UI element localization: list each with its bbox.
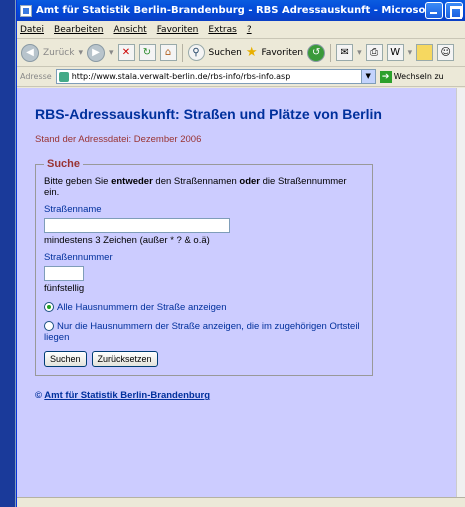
- folder-icon[interactable]: [416, 44, 434, 61]
- print-icon[interactable]: ⎙: [365, 44, 383, 61]
- radio-district-label: Nur die Hausnummern der Straße anzeigen,…: [44, 321, 360, 343]
- street-number-label: Straßennummer: [44, 252, 113, 263]
- go-label: Wechseln zu: [393, 72, 444, 81]
- copyright-symbol: ©: [35, 390, 42, 401]
- stop-icon[interactable]: ✕: [117, 44, 135, 61]
- menu-help[interactable]: ?: [247, 25, 252, 35]
- toolbar: ◀ Zurück ▾ ▶ ▾ ✕ ↻ ⌂ ⚲ Suchen ★ Favorite…: [17, 39, 465, 67]
- page-icon: [58, 71, 69, 82]
- data-status-text: Stand der Adressdatei: Dezember 2006: [35, 134, 202, 145]
- title-bar: Amt für Statistik Berlin-Brandenburg - R…: [17, 0, 465, 21]
- history-icon[interactable]: ↺: [307, 43, 326, 62]
- radio-district-icon[interactable]: [44, 321, 54, 331]
- search-button[interactable]: Suchen: [209, 48, 242, 58]
- footer-link[interactable]: Amt für Statistik Berlin-Brandenburg: [44, 390, 210, 401]
- street-name-label: Straßenname: [44, 204, 102, 215]
- address-url: http://www.stala.verwalt-berlin.de/rbs-i…: [71, 72, 291, 81]
- reset-button[interactable]: Zurücksetzen: [91, 351, 158, 367]
- search-fieldset: Suche Bitte geben Sie entweder den Straß…: [35, 158, 373, 376]
- page-content: RBS-Adressauskunft: Straßen und Plätze v…: [17, 88, 457, 497]
- maximize-button[interactable]: [445, 2, 463, 19]
- street-name-hint: mindestens 3 Zeichen (außer * ? & o.ä): [44, 235, 210, 246]
- street-number-input[interactable]: [44, 266, 84, 281]
- go-button[interactable]: ➔ Wechseln zu: [379, 70, 444, 83]
- radio-all-label: Alle Hausnummern der Straße anzeigen: [57, 302, 227, 313]
- search-icon[interactable]: ⚲: [187, 44, 205, 61]
- menu-favoriten[interactable]: Favoriten: [157, 25, 199, 35]
- toolbar-separator: [181, 43, 183, 62]
- radio-all-house-numbers[interactable]: Alle Hausnummern der Straße anzeigen: [44, 302, 364, 313]
- address-label: Adresse: [20, 72, 52, 81]
- background-window-edge: [0, 0, 16, 507]
- forward-arrow-icon[interactable]: ▶: [86, 43, 105, 62]
- search-legend: Suche: [47, 158, 81, 170]
- favorites-star-icon[interactable]: ★: [246, 45, 258, 60]
- word-icon[interactable]: W: [386, 44, 404, 61]
- search-button[interactable]: Suchen: [44, 351, 87, 367]
- menu-bearbeiten[interactable]: Bearbeiten: [54, 25, 103, 35]
- address-input[interactable]: http://www.stala.verwalt-berlin.de/rbs-i…: [55, 69, 376, 84]
- browser-window: Amt für Statistik Berlin-Brandenburg - R…: [16, 0, 465, 507]
- word-dropdown-icon[interactable]: ▾: [408, 48, 413, 58]
- address-dropdown-icon[interactable]: ▼: [360, 70, 375, 83]
- back-arrow-icon[interactable]: ◀: [21, 43, 39, 62]
- instructions-text: Bitte geben Sie entweder den Straßenname…: [44, 176, 347, 198]
- forward-dropdown-icon[interactable]: ▾: [109, 48, 114, 58]
- radio-district-house-numbers[interactable]: Nur die Hausnummern der Straße anzeigen,…: [44, 321, 364, 343]
- messenger-icon[interactable]: ☺: [437, 44, 455, 61]
- status-bar: [17, 497, 465, 507]
- menu-extras[interactable]: Extras: [208, 25, 236, 35]
- window-title: Amt für Statistik Berlin-Brandenburg - R…: [36, 5, 425, 16]
- menu-bar: Datei Bearbeiten Ansicht Favoriten Extra…: [17, 21, 465, 39]
- menu-datei[interactable]: Datei: [20, 25, 44, 35]
- street-name-input[interactable]: [44, 218, 230, 233]
- vertical-scrollbar[interactable]: [456, 88, 465, 497]
- refresh-icon[interactable]: ↻: [138, 44, 156, 61]
- ie-icon: [20, 4, 32, 17]
- back-dropdown-icon[interactable]: ▾: [78, 48, 83, 58]
- footer: © Amt für Statistik Berlin-Brandenburg: [35, 390, 439, 401]
- street-number-hint: fünfstellig: [44, 283, 85, 294]
- back-button[interactable]: Zurück: [43, 48, 74, 58]
- page-title: RBS-Adressauskunft: Straßen und Plätze v…: [35, 106, 382, 122]
- toolbar-separator: [330, 43, 332, 62]
- home-icon[interactable]: ⌂: [159, 44, 177, 61]
- favorites-button[interactable]: Favoriten: [261, 48, 303, 58]
- minimize-button[interactable]: [425, 2, 443, 19]
- mail-dropdown-icon[interactable]: ▾: [357, 48, 362, 58]
- address-bar: Adresse http://www.stala.verwalt-berlin.…: [17, 67, 465, 87]
- menu-ansicht[interactable]: Ansicht: [113, 25, 146, 35]
- mail-icon[interactable]: ✉: [336, 44, 354, 61]
- radio-all-checked-icon[interactable]: [44, 302, 54, 312]
- go-arrow-icon: ➔: [379, 70, 392, 83]
